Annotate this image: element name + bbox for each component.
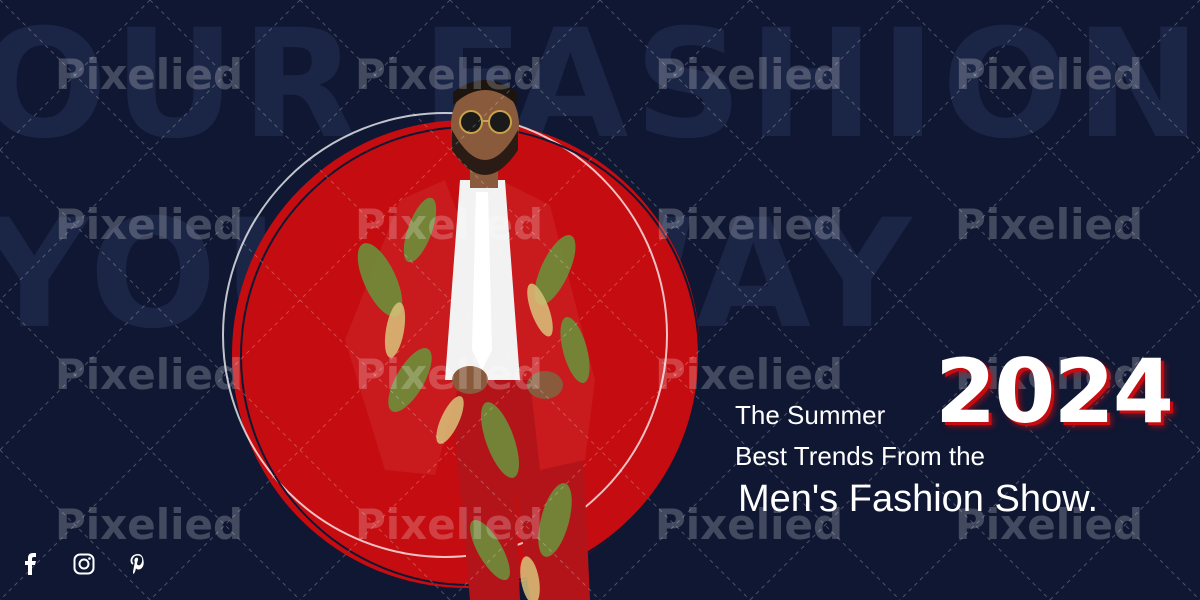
year-heading: 2024 [935, 340, 1174, 443]
summer-text: The Summer [735, 400, 886, 430]
trends-text: Best Trends From the [735, 441, 985, 471]
watermark-text: Pixelied [955, 200, 1144, 249]
model-photo [345, 80, 595, 600]
facebook-icon[interactable] [18, 552, 42, 576]
show-text: Men's Fashion Show. [738, 478, 1098, 520]
instagram-icon[interactable] [72, 552, 96, 576]
pinterest-icon[interactable] [126, 552, 150, 576]
banner: OUR FASHION YOUR WAY Pixelied Pixelied P… [0, 0, 1200, 600]
social-links [18, 552, 150, 576]
watermark-text: Pixelied [55, 500, 244, 549]
